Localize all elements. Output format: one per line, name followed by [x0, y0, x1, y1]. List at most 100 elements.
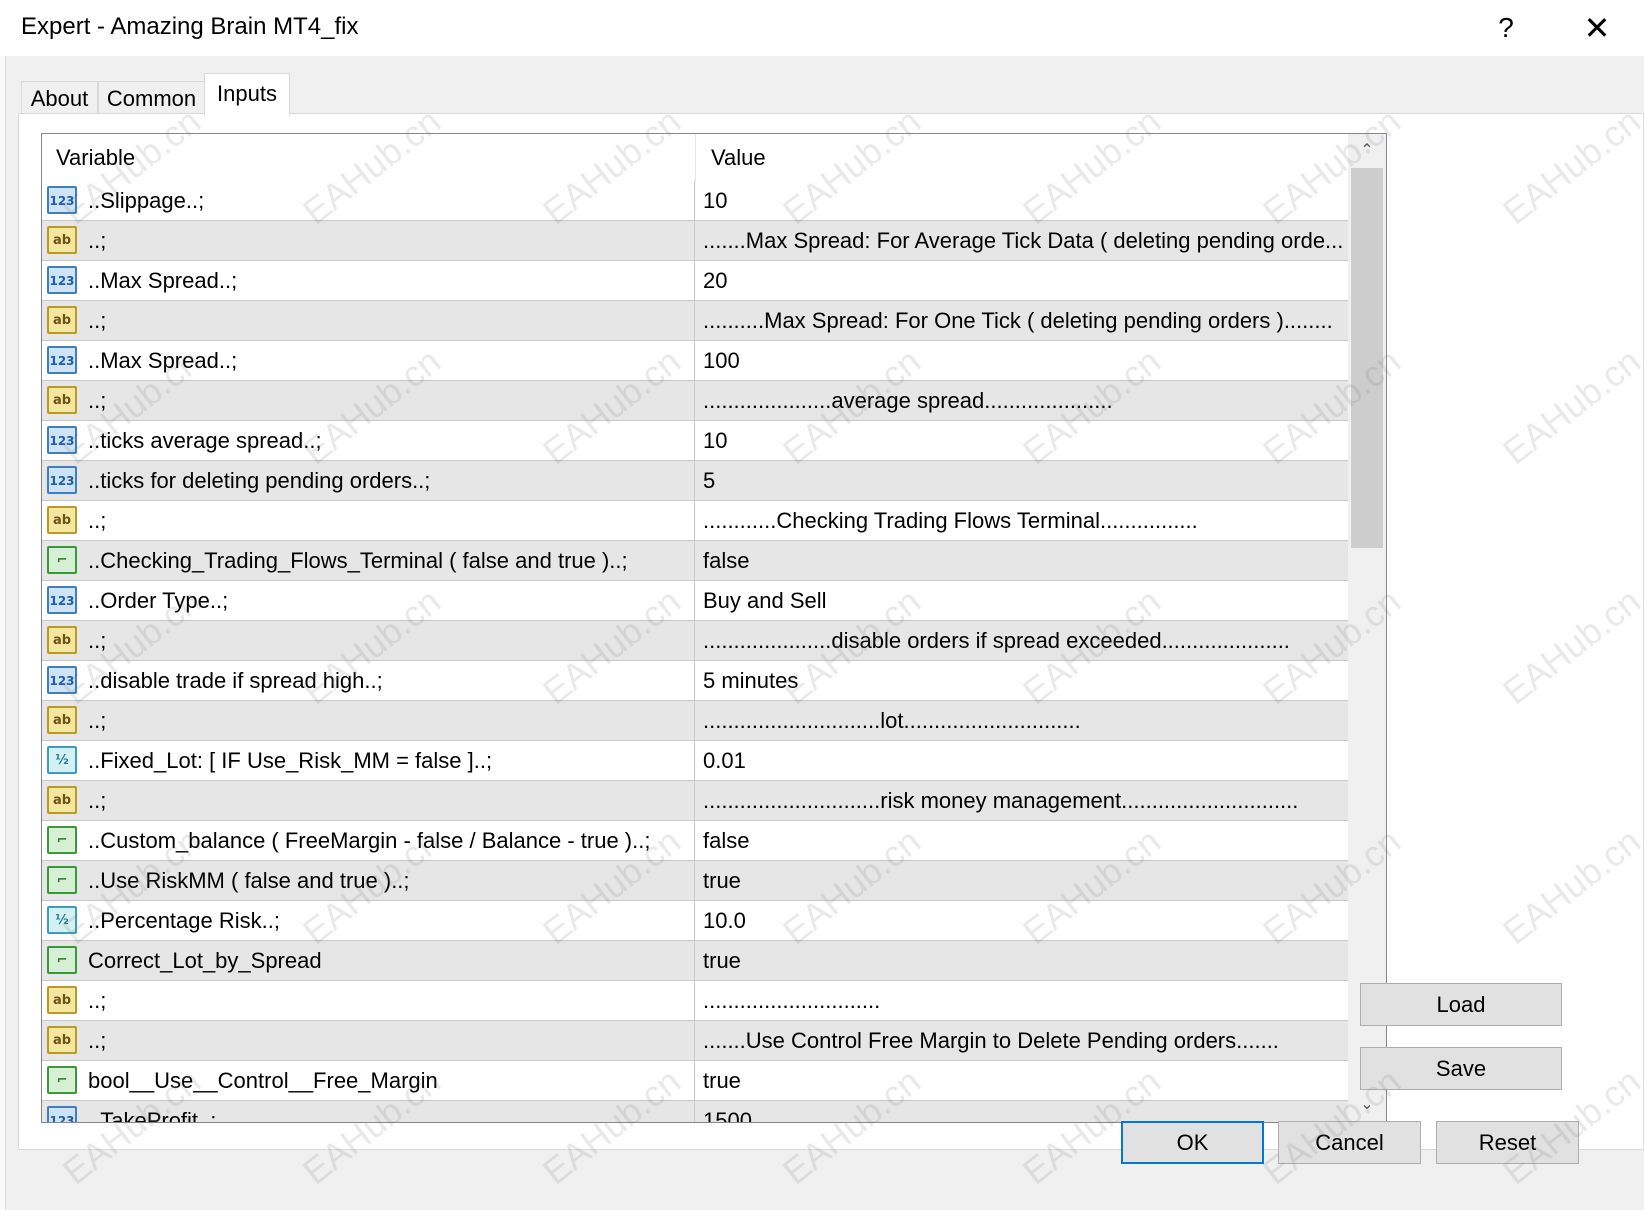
reset-button[interactable]: Reset	[1436, 1121, 1579, 1164]
variable-cell[interactable]: ab..;	[42, 701, 695, 740]
variable-name: bool__Use__Control__Free_Margin	[88, 1068, 438, 1093]
string-icon: ab	[47, 506, 77, 534]
variable-cell[interactable]: ab..;	[42, 221, 695, 260]
value-cell[interactable]: .............................	[696, 981, 1348, 1020]
variable-cell[interactable]: 123 ..Order Type..;	[42, 581, 695, 620]
close-button[interactable]: ✕	[1574, 6, 1620, 50]
table-row[interactable]: ab..; .......Max Spread: For Average Tick…	[42, 221, 1348, 261]
variable-cell[interactable]: 123 ..Max Spread..;	[42, 341, 695, 380]
variable-cell[interactable]: ab..;	[42, 621, 695, 660]
window-left-edge	[0, 56, 6, 1210]
vertical-scrollbar[interactable]: ⌃ ⌄	[1348, 134, 1386, 1122]
variable-cell[interactable]: ab..;	[42, 981, 695, 1020]
double-icon: ½	[47, 906, 77, 934]
value-cell[interactable]: 100	[696, 341, 1348, 380]
variable-cell[interactable]: ⌐ ..Custom_balance ( FreeMargin - false /…	[42, 821, 695, 860]
scroll-up-arrow-icon[interactable]: ⌃	[1348, 134, 1386, 168]
ok-button[interactable]: OK	[1121, 1121, 1264, 1164]
table-row[interactable]: ⌐ bool__Use__Control__Free_Margin true	[42, 1061, 1348, 1101]
table-row[interactable]: ab..; ..........Max Spread: For One Tick …	[42, 301, 1348, 341]
table-row[interactable]: 123 ..ticks average spread..; 10	[42, 421, 1348, 461]
variable-cell[interactable]: ab..;	[42, 501, 695, 540]
table-row[interactable]: 123 ..Max Spread..; 20	[42, 261, 1348, 301]
value-cell[interactable]: 10	[696, 421, 1348, 460]
variable-cell[interactable]: 123 ..disable trade if spread high..;	[42, 661, 695, 700]
variable-cell[interactable]: ⌐ Correct_Lot_by_Spread	[42, 941, 695, 980]
table-row[interactable]: ⌐ Correct_Lot_by_Spread true	[42, 941, 1348, 981]
table-row[interactable]: 123 ..Slippage..; 10	[42, 181, 1348, 221]
table-row[interactable]: 123 ..TakeProfit..; 1500	[42, 1101, 1348, 1122]
table-row[interactable]: 123 ..ticks for deleting pending orders..…	[42, 461, 1348, 501]
variable-cell[interactable]: 123 ..Slippage..;	[42, 181, 695, 220]
variable-cell[interactable]: ½ ..Fixed_Lot: [ IF Use_Risk_MM = false ]…	[42, 741, 695, 780]
table-row[interactable]: 123 ..disable trade if spread high..; 5 mi…	[42, 661, 1348, 701]
save-button[interactable]: Save	[1360, 1047, 1562, 1090]
variable-cell[interactable]: ab..;	[42, 301, 695, 340]
value-cell[interactable]: .............................lot........…	[696, 701, 1348, 740]
value-cell[interactable]: 20	[696, 261, 1348, 300]
value-cell[interactable]: 5 minutes	[696, 661, 1348, 700]
variable-name: ..;	[88, 988, 107, 1013]
variable-name: ..;	[88, 788, 107, 813]
variable-cell[interactable]: ⌐ ..Use RiskMM ( false and true )..;	[42, 861, 695, 900]
variable-cell[interactable]: 123 ..TakeProfit..;	[42, 1101, 695, 1122]
value-cell[interactable]: true	[696, 941, 1348, 980]
variable-cell[interactable]: ⌐ bool__Use__Control__Free_Margin	[42, 1061, 695, 1100]
value-cell[interactable]: true	[696, 861, 1348, 900]
scroll-down-arrow-icon[interactable]: ⌄	[1348, 1088, 1386, 1122]
table-row[interactable]: ab..; .....................disable orders…	[42, 621, 1348, 661]
table-row[interactable]: ab..; .....................average spread…	[42, 381, 1348, 421]
cancel-button[interactable]: Cancel	[1278, 1121, 1421, 1164]
value-cell[interactable]: .............................risk money …	[696, 781, 1348, 820]
value-cell[interactable]: ..........Max Spread: For One Tick ( del…	[696, 301, 1348, 340]
table-row[interactable]: ab..; .......Use Control Free Margin to D…	[42, 1021, 1348, 1061]
value-cell[interactable]: .....................average spread.....…	[696, 381, 1348, 420]
value-cell[interactable]: 1500	[696, 1101, 1348, 1122]
value-cell[interactable]: false	[696, 821, 1348, 860]
column-header-variable[interactable]: Variable	[56, 134, 135, 182]
variable-cell[interactable]: ⌐ ..Checking_Trading_Flows_Terminal ( fal…	[42, 541, 695, 580]
tab-common[interactable]: Common	[98, 81, 205, 115]
variable-cell[interactable]: ab..;	[42, 1021, 695, 1060]
variable-cell[interactable]: ab..;	[42, 381, 695, 420]
value-cell[interactable]: .......Use Control Free Margin to Delete…	[696, 1021, 1348, 1060]
table-row[interactable]: 123 ..Order Type..; Buy and Sell	[42, 581, 1348, 621]
column-header-value[interactable]: Value	[711, 134, 766, 182]
value-cell[interactable]: 10.0	[696, 901, 1348, 940]
variable-cell[interactable]: ab..;	[42, 781, 695, 820]
variable-cell[interactable]: ½ ..Percentage Risk..;	[42, 901, 695, 940]
help-button[interactable]: ?	[1484, 6, 1528, 50]
load-button[interactable]: Load	[1360, 983, 1562, 1026]
table-row[interactable]: ⌐ ..Use RiskMM ( false and true )..; true	[42, 861, 1348, 901]
value-cell[interactable]: ............Checking Trading Flows Termi…	[696, 501, 1348, 540]
value-cell[interactable]: Buy and Sell	[696, 581, 1348, 620]
table-row[interactable]: ⌐ ..Checking_Trading_Flows_Terminal ( fal…	[42, 541, 1348, 581]
value-cell[interactable]: true	[696, 1061, 1348, 1100]
table-row[interactable]: ⌐ ..Custom_balance ( FreeMargin - false /…	[42, 821, 1348, 861]
variable-cell[interactable]: 123 ..ticks for deleting pending orders..…	[42, 461, 695, 500]
tab-inputs[interactable]: Inputs	[204, 73, 290, 116]
table-row[interactable]: ab..; ............Checking Trading Flows …	[42, 501, 1348, 541]
table-row[interactable]: ab..; .............................lot...…	[42, 701, 1348, 741]
table-row[interactable]: 123 ..Max Spread..; 100	[42, 341, 1348, 381]
scrollbar-thumb[interactable]	[1351, 168, 1383, 548]
string-icon: ab	[47, 306, 77, 334]
column-separator[interactable]	[695, 134, 696, 182]
table-row[interactable]: ½ ..Fixed_Lot: [ IF Use_Risk_MM = false ]…	[42, 741, 1348, 781]
value-cell[interactable]: 0.01	[696, 741, 1348, 780]
variable-cell[interactable]: 123 ..ticks average spread..;	[42, 421, 695, 460]
value-cell[interactable]: .....................disable orders if s…	[696, 621, 1348, 660]
title-bar: Expert - Amazing Brain MT4_fix ? ✕	[0, 0, 1644, 56]
value-cell[interactable]: 5	[696, 461, 1348, 500]
table-row[interactable]: ab..; .............................risk m…	[42, 781, 1348, 821]
variable-cell[interactable]: 123 ..Max Spread..;	[42, 261, 695, 300]
value-cell[interactable]: .......Max Spread: For Average Tick Data…	[696, 221, 1348, 260]
value-cell[interactable]: false	[696, 541, 1348, 580]
variable-name: ..;	[88, 228, 107, 253]
string-icon: ab	[47, 1026, 77, 1054]
string-icon: ab	[47, 386, 77, 414]
table-row[interactable]: ab..;.............................	[42, 981, 1348, 1021]
table-row[interactable]: ½ ..Percentage Risk..; 10.0	[42, 901, 1348, 941]
tab-about[interactable]: About	[21, 81, 98, 115]
value-cell[interactable]: 10	[696, 181, 1348, 220]
